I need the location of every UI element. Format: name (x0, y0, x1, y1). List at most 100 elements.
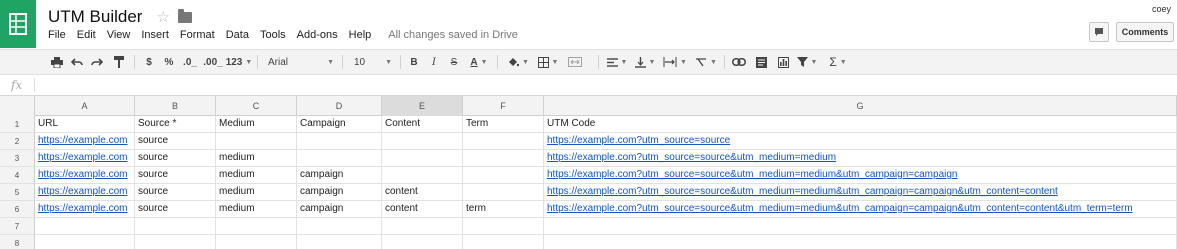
cell-d3[interactable] (297, 150, 382, 167)
horizontal-align-button[interactable]: ▼ (604, 50, 630, 74)
cell-a4[interactable]: https://example.com (35, 167, 135, 184)
vertical-align-button[interactable]: ▼ (632, 50, 658, 74)
cell-b8[interactable] (135, 235, 216, 249)
cell-c2[interactable] (216, 133, 297, 150)
cell-g4[interactable]: https://example.com?utm_source=source&ut… (544, 167, 1177, 184)
cell-f1[interactable]: Term (463, 116, 544, 133)
column-header-e[interactable]: E (382, 96, 463, 116)
row-header-3[interactable]: 3 (0, 150, 35, 167)
decrease-decimals-button[interactable]: .0_ (180, 50, 200, 74)
cell-e7[interactable] (382, 218, 463, 235)
menu-tools[interactable]: Tools (260, 29, 286, 41)
cell-f7[interactable] (463, 218, 544, 235)
fill-color-button[interactable]: ▼ (504, 50, 532, 74)
currency-format-button[interactable]: $ (140, 50, 158, 74)
cell-d5[interactable]: campaign (297, 184, 382, 201)
row-header-6[interactable]: 6 (0, 201, 35, 218)
comments-button[interactable]: Comments (1116, 22, 1174, 42)
row-header-4[interactable]: 4 (0, 167, 35, 184)
row-header-1[interactable]: 1 (0, 116, 35, 133)
merge-cells-button[interactable] (563, 50, 587, 74)
cell-b3[interactable]: source (135, 150, 216, 167)
cell-d7[interactable] (297, 218, 382, 235)
borders-button[interactable]: ▼ (534, 50, 562, 74)
cell-f3[interactable] (463, 150, 544, 167)
save-status[interactable]: All changes saved in Drive (388, 29, 518, 41)
paint-format-icon[interactable] (110, 50, 128, 74)
cell-f6[interactable]: term (463, 201, 544, 218)
functions-button[interactable]: Σ ▼ (825, 50, 851, 74)
cell-c6[interactable]: medium (216, 201, 297, 218)
column-header-c[interactable]: C (216, 96, 297, 116)
bold-button[interactable]: B (405, 50, 423, 74)
increase-decimals-button[interactable]: .00_ (202, 50, 224, 74)
cell-e3[interactable] (382, 150, 463, 167)
cell-d6[interactable]: campaign (297, 201, 382, 218)
insert-chart-icon[interactable] (773, 50, 793, 74)
menu-view[interactable]: View (107, 29, 131, 41)
cell-e1[interactable]: Content (382, 116, 463, 133)
cell-d4[interactable]: campaign (297, 167, 382, 184)
font-size-select[interactable]: 10 ▼ (350, 50, 396, 74)
redo-icon[interactable] (88, 50, 106, 74)
cell-f2[interactable] (463, 133, 544, 150)
cell-g3[interactable]: https://example.com?utm_source=source&ut… (544, 150, 1177, 167)
menu-addons[interactable]: Add-ons (297, 29, 338, 41)
undo-icon[interactable] (68, 50, 86, 74)
cell-g6[interactable]: https://example.com?utm_source=source&ut… (544, 201, 1177, 218)
cell-c1[interactable]: Medium (216, 116, 297, 133)
cell-a7[interactable] (35, 218, 135, 235)
cell-a2[interactable]: https://example.com (35, 133, 135, 150)
insert-comment-icon[interactable] (751, 50, 771, 74)
cell-c4[interactable]: medium (216, 167, 297, 184)
column-header-g[interactable]: G (544, 96, 1177, 116)
cell-a6[interactable]: https://example.com (35, 201, 135, 218)
menu-data[interactable]: Data (226, 29, 249, 41)
cell-c7[interactable] (216, 218, 297, 235)
menu-file[interactable]: File (48, 29, 66, 41)
cell-b7[interactable] (135, 218, 216, 235)
row-header-2[interactable]: 2 (0, 133, 35, 150)
cell-e5[interactable]: content (382, 184, 463, 201)
user-name[interactable]: coey (1152, 4, 1171, 14)
menu-format[interactable]: Format (180, 29, 215, 41)
print-icon[interactable] (48, 50, 66, 74)
strikethrough-button[interactable]: S (445, 50, 463, 74)
cell-d2[interactable] (297, 133, 382, 150)
cell-c5[interactable]: medium (216, 184, 297, 201)
cell-b4[interactable]: source (135, 167, 216, 184)
cell-e6[interactable]: content (382, 201, 463, 218)
cell-b1[interactable]: Source * (135, 116, 216, 133)
star-icon[interactable]: ☆ (156, 8, 169, 26)
cell-d1[interactable]: Campaign (297, 116, 382, 133)
cell-f4[interactable] (463, 167, 544, 184)
row-header-5[interactable]: 5 (0, 184, 35, 201)
select-all-corner[interactable] (0, 96, 35, 116)
menu-insert[interactable]: Insert (141, 29, 169, 41)
cell-b2[interactable]: source (135, 133, 216, 150)
document-title[interactable]: UTM Builder (48, 7, 142, 27)
cell-e2[interactable] (382, 133, 463, 150)
cell-a1[interactable]: URL (35, 116, 135, 133)
cell-b6[interactable]: source (135, 201, 216, 218)
percent-format-button[interactable]: % (160, 50, 178, 74)
cell-f8[interactable] (463, 235, 544, 249)
folder-icon[interactable] (177, 8, 192, 23)
formula-input[interactable] (40, 79, 1170, 93)
cell-b5[interactable]: source (135, 184, 216, 201)
more-formats-button[interactable]: 123 ▼ (224, 50, 254, 74)
italic-button[interactable]: I (425, 50, 443, 74)
cell-f5[interactable] (463, 184, 544, 201)
cell-g1[interactable]: UTM Code (544, 116, 1177, 133)
cell-e4[interactable] (382, 167, 463, 184)
cell-a5[interactable]: https://example.com (35, 184, 135, 201)
comment-history-button[interactable] (1089, 22, 1109, 42)
menu-edit[interactable]: Edit (77, 29, 96, 41)
cell-g7[interactable] (544, 218, 1177, 235)
cell-c3[interactable]: medium (216, 150, 297, 167)
cell-g5[interactable]: https://example.com?utm_source=source&ut… (544, 184, 1177, 201)
column-header-b[interactable]: B (135, 96, 216, 116)
text-color-button[interactable]: A ▼ (465, 50, 493, 74)
filter-button[interactable]: ▼ (795, 50, 819, 74)
column-header-a[interactable]: A (35, 96, 135, 116)
